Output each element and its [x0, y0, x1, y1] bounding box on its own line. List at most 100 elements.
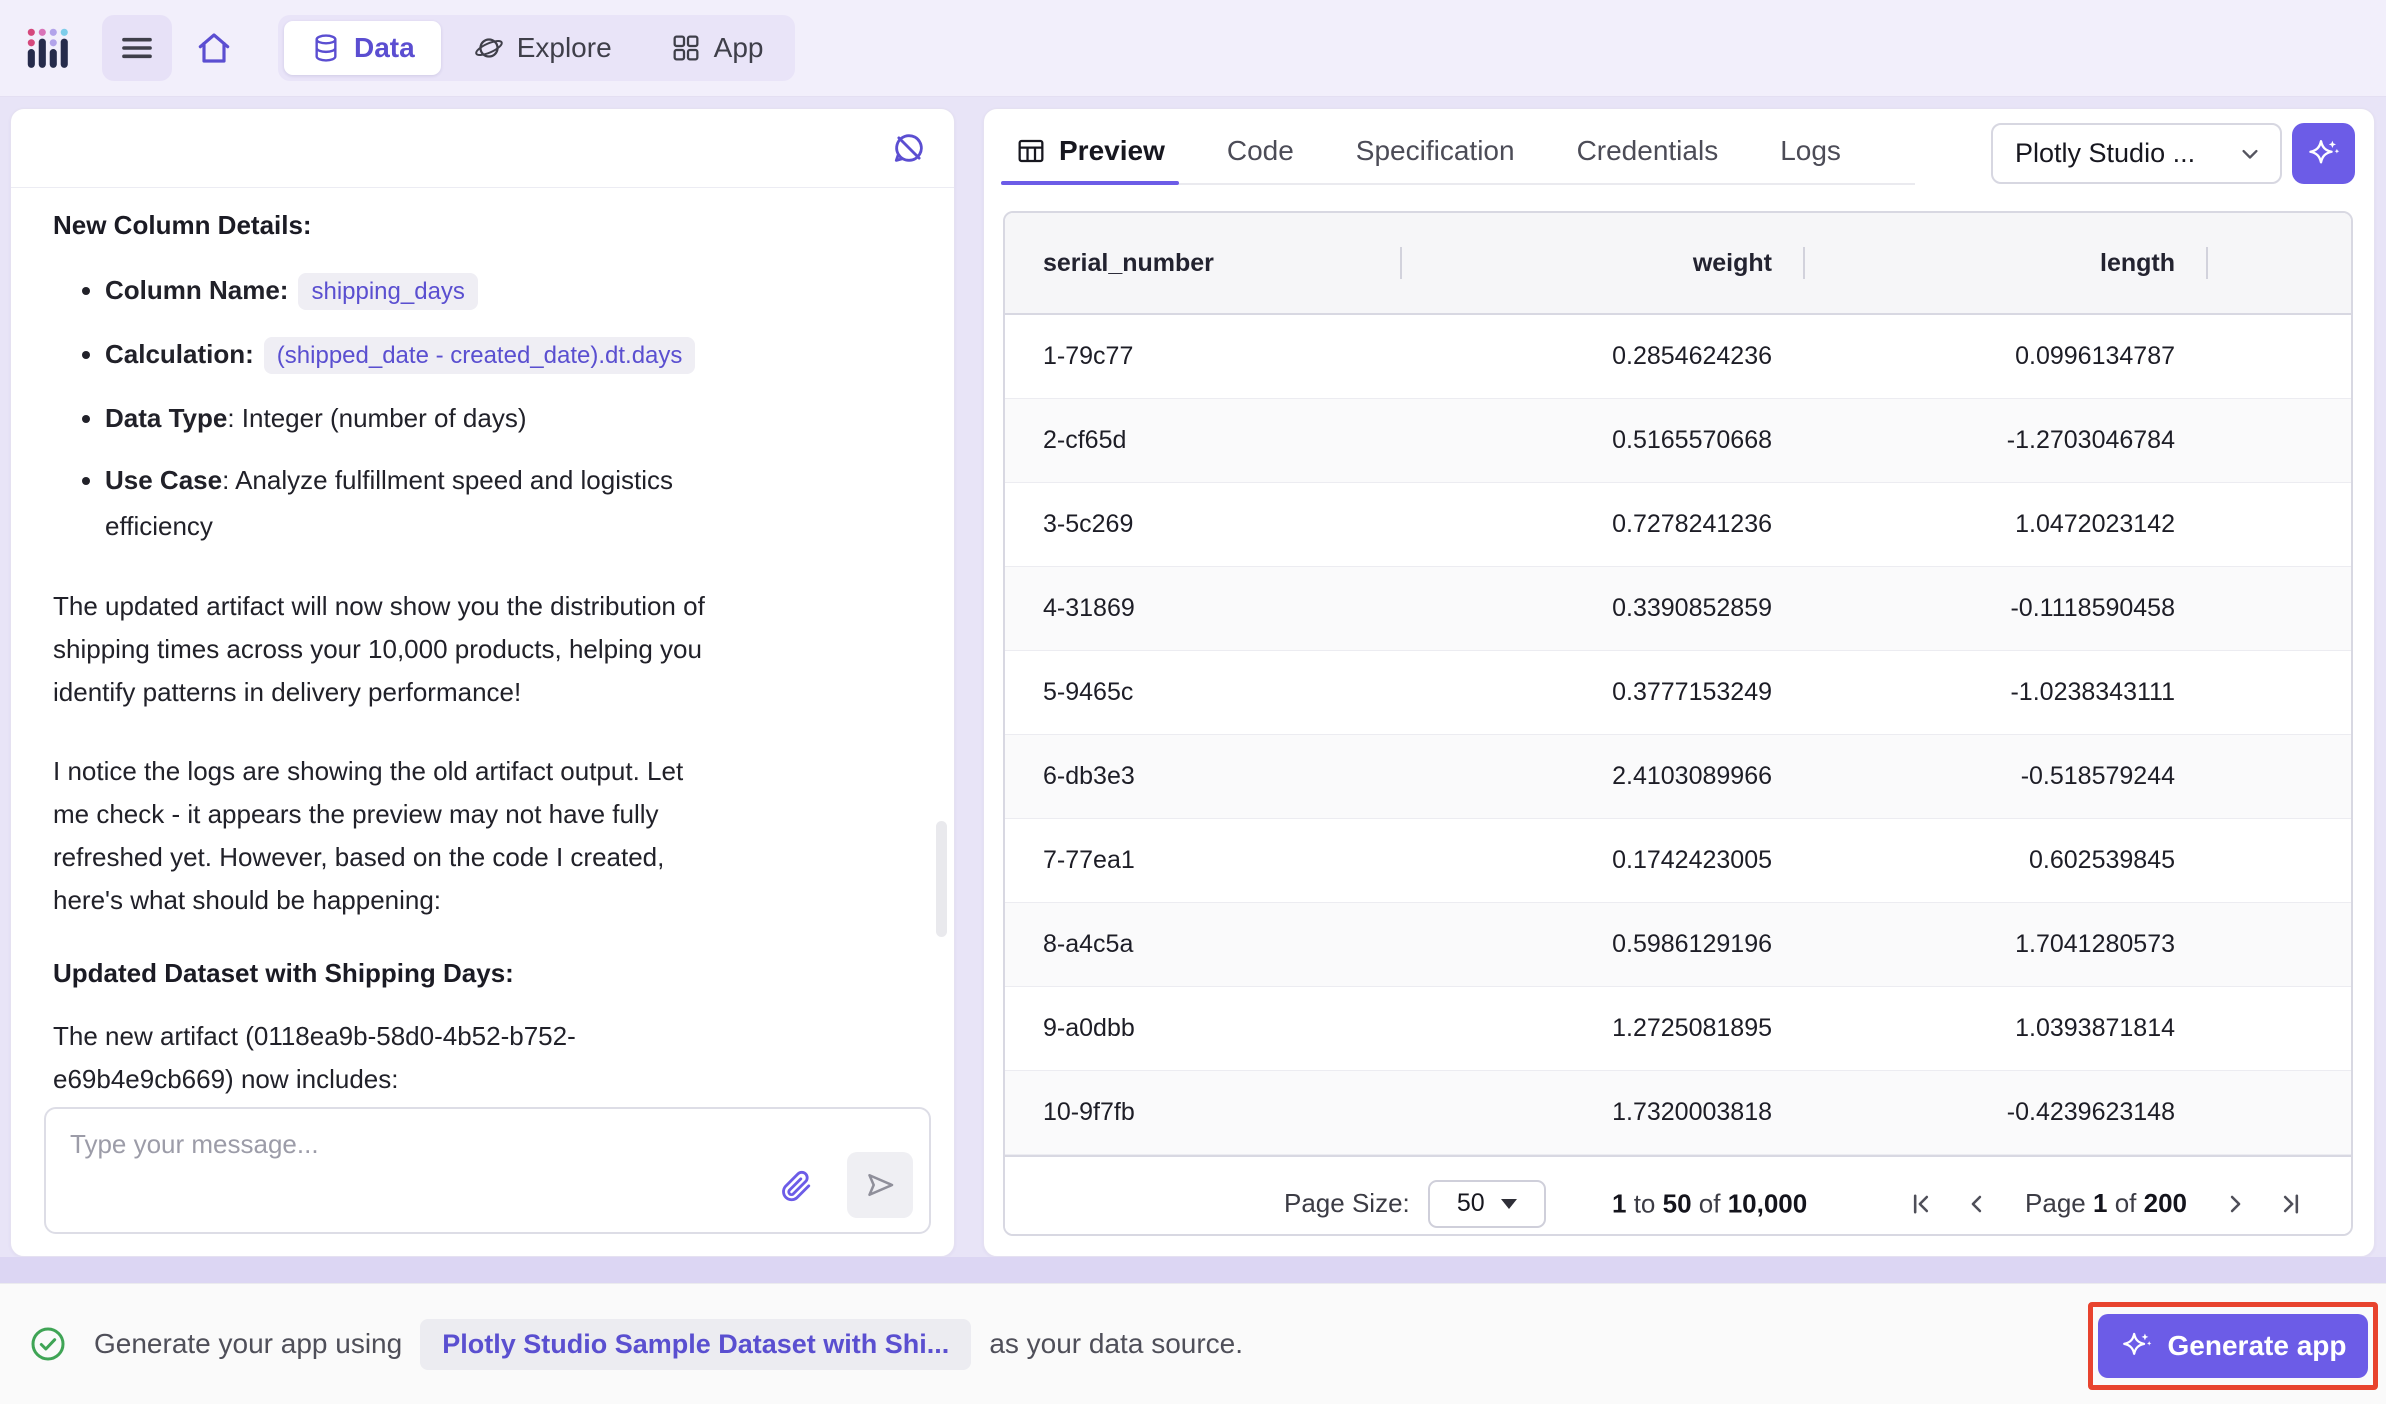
list-item: Column Name:shipping_days: [105, 267, 912, 315]
table-cell-weight: 0.2854624236: [1612, 342, 1772, 370]
table-icon: [1018, 139, 1044, 163]
column-resize-handle[interactable]: [1400, 247, 1402, 279]
column-header-length[interactable]: length: [1805, 249, 2208, 278]
chat-scrollbar-thumb[interactable]: [936, 821, 947, 937]
send-button[interactable]: [847, 1152, 913, 1218]
background-band: [0, 1257, 2386, 1283]
table-cell-serial-number: 4-31869: [1043, 594, 1135, 622]
table-row: 1-79c77 0.2854624236 0.0996134787: [1005, 315, 2351, 399]
last-page-button[interactable]: [2267, 1180, 2315, 1228]
inline-code: (shipped_date - created_date).dt.days: [263, 337, 696, 374]
details-list: Column Name:shipping_days Calculation:(s…: [53, 267, 912, 549]
table-row: 5-9465c 0.3777153249 -1.0238343111: [1005, 651, 2351, 735]
clear-chat-button[interactable]: [886, 125, 932, 171]
app-window: Data Explore App New Column Details: • C…: [0, 0, 2386, 1404]
table-row: 2-cf65d 0.5165570668 -1.2703046784: [1005, 399, 2351, 483]
table-row: 4-31869 0.3390852859 -0.1118590458: [1005, 567, 2351, 651]
hamburger-icon: [122, 37, 152, 59]
inline-code: shipping_days: [298, 273, 478, 310]
menu-button[interactable]: [102, 15, 172, 81]
column-resize-handle[interactable]: [1803, 247, 1805, 279]
table-row: 7-77ea1 0.1742423005 0.602539845: [1005, 819, 2351, 903]
table-header-row: serial_number weight length: [1005, 213, 2351, 315]
first-page-button[interactable]: [1897, 1180, 1945, 1228]
row-range-text: 1 to 50 of 10,000: [1612, 1188, 1808, 1218]
home-button[interactable]: [186, 18, 242, 78]
topbar: Data Explore App: [0, 0, 2386, 97]
table-body: 1-79c77 0.2854624236 0.0996134787 2-cf65…: [1005, 315, 2351, 1155]
mode-tabs: Data Explore App: [278, 15, 796, 81]
tab-data[interactable]: Data: [284, 21, 441, 75]
table-cell-weight: 0.3390852859: [1612, 594, 1772, 622]
ai-sparkle-button[interactable]: [2292, 123, 2355, 184]
next-page-button[interactable]: [2211, 1180, 2259, 1228]
tab-explore-label: Explore: [516, 32, 612, 63]
list-item: Data Type: Integer (number of days): [105, 395, 912, 441]
table-row: 6-db3e3 2.4103089966 -0.518579244: [1005, 735, 2351, 819]
column-header-weight[interactable]: weight: [1402, 249, 1805, 278]
plotly-logo-icon: [27, 28, 68, 68]
chat-off-icon: [894, 134, 923, 162]
artifact-dropdown[interactable]: Plotly Studio ...: [1991, 123, 2282, 184]
table-cell-length: 1.0393871814: [2015, 1014, 2175, 1042]
annotation-highlight-box: Generate app: [2088, 1302, 2378, 1390]
table-cell-serial-number: 2-cf65d: [1043, 426, 1127, 454]
tab-credentials[interactable]: Credentials: [1563, 119, 1733, 183]
column-header-serial-number[interactable]: serial_number: [1005, 249, 1402, 278]
data-grid: serial_number weight length 1-79c77 0.28…: [1003, 211, 2353, 1236]
table-cell-serial-number: 5-9465c: [1043, 678, 1134, 706]
pager-controls: Page 1 of 200: [1897, 1180, 2315, 1228]
tab-explore[interactable]: Explore: [447, 21, 638, 75]
chat-messages: New Column Details: Column Name:shipping…: [11, 188, 954, 1190]
table-cell-length: -0.518579244: [2020, 762, 2175, 790]
preview-tabs: Preview Code Specification Credentials L…: [1001, 119, 1915, 185]
table-cell-weight: 0.5165570668: [1612, 426, 1772, 454]
tab-specification[interactable]: Specification: [1342, 119, 1529, 183]
select-arrow-icon: [1500, 1198, 1517, 1209]
table-cell-weight: 0.5986129196: [1612, 930, 1772, 958]
table-row: 9-a0dbb 1.2725081895 1.0393871814: [1005, 987, 2351, 1071]
dataset-pill[interactable]: Plotly Studio Sample Dataset with Shi...: [420, 1318, 972, 1370]
artifact-dropdown-value: Plotly Studio ...: [2015, 138, 2196, 168]
table-cell-length: -1.0238343111: [2010, 678, 2175, 706]
page-size-select[interactable]: 50: [1427, 1179, 1546, 1228]
table-cell-serial-number: 7-77ea1: [1043, 846, 1135, 874]
attach-button[interactable]: [775, 1164, 817, 1206]
table-cell-weight: 0.3777153249: [1612, 678, 1772, 706]
plotly-logo[interactable]: [24, 25, 70, 71]
column-resize-handle[interactable]: [2206, 247, 2208, 279]
table-cell-serial-number: 3-5c269: [1043, 510, 1134, 538]
message-heading: Updated Dataset with Shipping Days:: [53, 958, 514, 988]
home-icon: [198, 33, 230, 63]
tab-code[interactable]: Code: [1213, 119, 1308, 183]
message-paragraph: The updated artifact will now show you t…: [53, 591, 705, 707]
list-item: Calculation:(shipped_date - created_date…: [105, 331, 912, 379]
tab-logs[interactable]: Logs: [1766, 119, 1855, 183]
chat-panel: New Column Details: Column Name:shipping…: [10, 108, 955, 1257]
send-icon: [868, 1173, 894, 1197]
list-item: Use Case: Analyze fulfillment speed and …: [105, 457, 912, 549]
table-cell-length: -0.1118590458: [2010, 594, 2175, 622]
message-heading: New Column Details:: [53, 210, 312, 240]
page-size-group: Page Size: 50: [1284, 1179, 1546, 1228]
database-icon: [315, 34, 337, 62]
table-cell-serial-number: 6-db3e3: [1043, 762, 1135, 790]
prev-page-button[interactable]: [1953, 1180, 2001, 1228]
chevron-down-icon: [2242, 149, 2258, 159]
message-paragraph: The new artifact (0118ea9b-58d0-4b52-b75…: [53, 1021, 576, 1094]
tab-preview[interactable]: Preview: [1001, 119, 1179, 185]
tab-app[interactable]: App: [644, 21, 790, 75]
page-size-label: Page Size:: [1284, 1188, 1410, 1218]
page-info-text: Page 1 of 200: [2025, 1188, 2187, 1218]
tab-data-label: Data: [354, 32, 415, 63]
footer-text-before: Generate your app using: [94, 1328, 403, 1359]
sparkles-icon: [2308, 139, 2339, 163]
table-cell-weight: 0.7278241236: [1612, 510, 1772, 538]
table-cell-length: 0.0996134787: [2015, 342, 2175, 370]
chevron-left-icon: [1971, 1195, 1982, 1212]
chat-header: [11, 109, 954, 188]
footer-text-after: as your data source.: [989, 1328, 1244, 1359]
table-row: 8-a4c5a 0.5986129196 1.7041280573: [1005, 903, 2351, 987]
table-cell-serial-number: 8-a4c5a: [1043, 930, 1134, 958]
generate-app-button[interactable]: Generate app: [2098, 1314, 2368, 1378]
